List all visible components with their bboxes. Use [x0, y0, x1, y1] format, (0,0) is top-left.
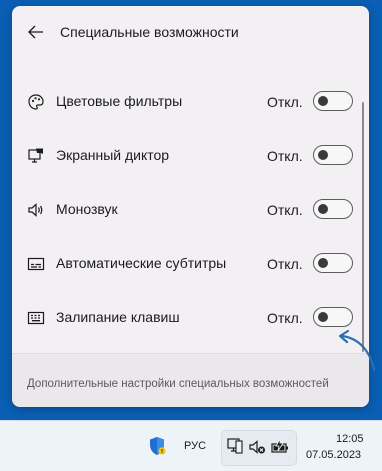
setting-state: Откл.: [267, 202, 303, 218]
live-captions-toggle[interactable]: [313, 253, 353, 273]
narrator-icon: [25, 145, 47, 167]
network-icon: [226, 437, 244, 462]
annotation-arrow-icon: [338, 329, 376, 372]
sticky-keys-toggle[interactable]: [313, 307, 353, 327]
toggle-knob: [318, 150, 328, 160]
captions-icon: [25, 253, 47, 275]
setting-label: Монозвук: [56, 201, 118, 217]
volume-muted-icon: [248, 438, 266, 461]
setting-label: Экранный диктор: [56, 147, 170, 163]
toggle-knob: [318, 96, 328, 106]
taskbar: РУС 12:05 07.05.2023: [0, 420, 382, 471]
arrow-left-icon[interactable]: [26, 22, 46, 42]
toggle-knob: [318, 312, 328, 322]
language-indicator[interactable]: РУС: [184, 440, 206, 452]
panel-footer: Дополнительные настройки специальных воз…: [12, 353, 369, 407]
setting-row-sticky-keys[interactable]: Залипание клавиш Откл.: [12, 291, 369, 345]
setting-state: Откл.: [267, 256, 303, 272]
palette-icon: [25, 91, 47, 113]
accessibility-quick-panel: Специальные возможности Цветовые фильтры…: [12, 6, 369, 407]
more-accessibility-settings-link[interactable]: Дополнительные настройки специальных воз…: [27, 378, 329, 390]
setting-row-live-captions[interactable]: Автоматические субтитры Откл.: [12, 237, 369, 291]
setting-state: Откл.: [267, 94, 303, 110]
setting-row-color-filters[interactable]: Цветовые фильтры Откл.: [12, 75, 369, 129]
toggle-knob: [318, 204, 328, 214]
setting-label: Залипание клавиш: [56, 309, 180, 325]
color-filters-toggle[interactable]: [313, 91, 353, 111]
scrollbar[interactable]: [362, 102, 364, 352]
setting-row-mono-audio[interactable]: Монозвук Откл.: [12, 183, 369, 237]
sticky-keys-icon: [25, 307, 47, 329]
clock-time[interactable]: 12:05: [336, 433, 364, 445]
mono-audio-icon: [25, 199, 47, 221]
narrator-toggle[interactable]: [313, 145, 353, 165]
battery-charging-icon: [270, 437, 290, 461]
setting-state: Откл.: [267, 148, 303, 164]
security-shield-icon[interactable]: [148, 436, 166, 461]
setting-row-narrator[interactable]: Экранный диктор Откл.: [12, 129, 369, 183]
setting-label: Цветовые фильтры: [56, 93, 183, 109]
setting-state: Откл.: [267, 310, 303, 326]
toggle-knob: [318, 258, 328, 268]
clock-date[interactable]: 07.05.2023: [306, 449, 361, 461]
setting-label: Автоматические субтитры: [56, 255, 227, 271]
page-title: Специальные возможности: [60, 24, 239, 40]
mono-audio-toggle[interactable]: [313, 199, 353, 219]
panel-header: Специальные возможности: [12, 6, 369, 60]
